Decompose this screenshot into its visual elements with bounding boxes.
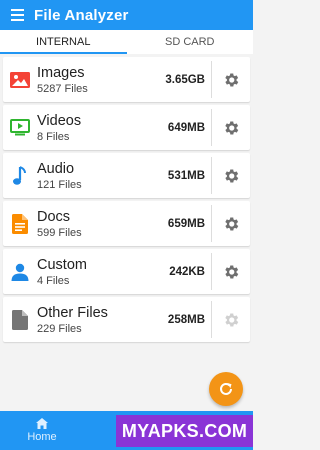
category-size: 659MB — [167, 217, 205, 230]
category-size: 531MB — [167, 169, 205, 182]
category-name: Images — [37, 64, 85, 81]
category-size: 649MB — [167, 121, 205, 134]
refresh-icon — [220, 382, 232, 395]
video-icon — [3, 105, 37, 150]
tab-internal[interactable]: INTERNAL — [0, 30, 127, 54]
category-count: 4 Files — [37, 274, 70, 287]
category-row-images[interactable]: Images 5287 Files 3.65GB — [3, 57, 250, 102]
category-name: Audio — [37, 160, 75, 177]
category-row-custom[interactable]: Custom 4 Files 242KB — [3, 249, 250, 294]
watermark-banner: MYAPKS.COM — [116, 415, 253, 447]
tab-sd-card[interactable]: SD CARD — [127, 30, 254, 54]
category-size: 3.65GB — [165, 73, 205, 86]
nav-home[interactable]: Home — [0, 411, 84, 450]
nav-home-label: Home — [27, 431, 57, 443]
category-count: 229 Files — [37, 322, 82, 335]
category-count: 599 Files — [37, 226, 82, 239]
gear-icon-disabled — [212, 297, 250, 342]
category-row-docs[interactable]: Docs 599 Files 659MB — [3, 201, 250, 246]
category-name: Other Files — [37, 304, 108, 321]
category-size: 242KB — [169, 265, 205, 278]
gear-icon[interactable] — [212, 153, 250, 198]
home-icon — [36, 418, 48, 429]
category-row-audio[interactable]: Audio 121 Files 531MB — [3, 153, 250, 198]
category-size: 258MB — [167, 313, 205, 326]
person-icon — [3, 249, 37, 294]
gear-icon[interactable] — [212, 201, 250, 246]
category-count: 5287 Files — [37, 82, 88, 95]
image-icon — [3, 57, 37, 102]
category-row-other-files[interactable]: Other Files 229 Files 258MB — [3, 297, 250, 342]
music-note-icon — [3, 153, 37, 198]
category-name: Custom — [37, 256, 87, 273]
category-name: Videos — [37, 112, 82, 129]
category-row-videos[interactable]: Videos 8 Files 649MB — [3, 105, 250, 150]
gear-icon[interactable] — [212, 105, 250, 150]
storage-tabs: INTERNAL SD CARD — [0, 30, 253, 54]
category-list: Images 5287 Files 3.65GB Videos 8 Files … — [3, 54, 250, 342]
category-count: 8 Files — [37, 130, 70, 143]
document-icon — [3, 201, 37, 246]
app-title: File Analyzer — [34, 6, 129, 24]
file-icon — [3, 297, 37, 342]
menu-icon[interactable] — [0, 0, 34, 30]
category-count: 121 Files — [37, 178, 82, 191]
refresh-button[interactable] — [209, 372, 243, 406]
gear-icon[interactable] — [212, 57, 250, 102]
app-bar: File Analyzer — [0, 0, 253, 30]
gear-icon[interactable] — [212, 249, 250, 294]
category-name: Docs — [37, 208, 71, 225]
